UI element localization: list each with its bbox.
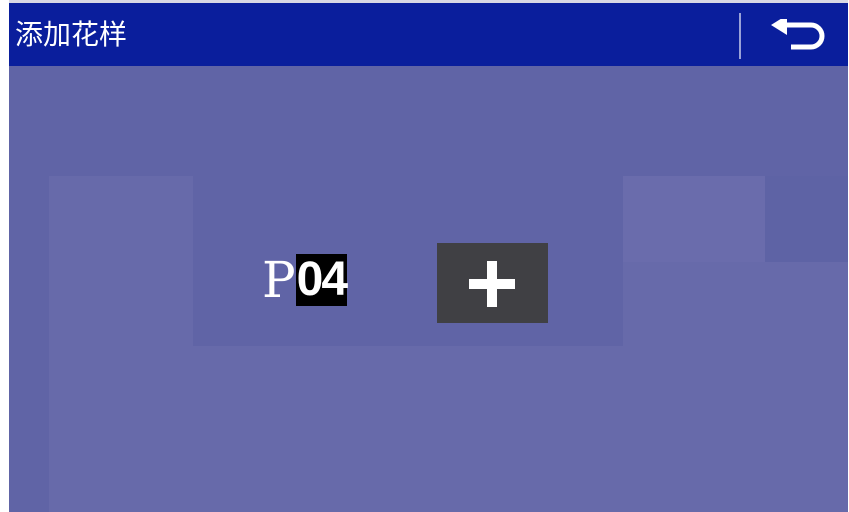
screen-border-left [0,0,9,512]
header-divider [739,13,741,59]
pattern-number-display[interactable]: P 04 [262,250,348,310]
pattern-number-field[interactable]: 04 [295,254,348,306]
back-button[interactable] [753,7,839,63]
background-panel [49,176,193,512]
plus-icon-vertical [487,261,497,307]
pattern-prefix: P [262,251,296,309]
background-panel [623,176,765,262]
background-panel [9,176,49,512]
back-arrow-icon [771,19,825,50]
title-bar: 添加花样 [9,0,848,66]
background-panel [9,66,848,176]
pattern-selector-panel [193,176,623,346]
add-pattern-screen: 添加花样 P 04 [0,0,849,512]
background-panel [623,262,848,346]
add-pattern-button[interactable] [437,243,548,323]
background-panel [193,346,848,512]
page-title: 添加花样 [15,18,128,51]
background-panel [765,176,848,262]
